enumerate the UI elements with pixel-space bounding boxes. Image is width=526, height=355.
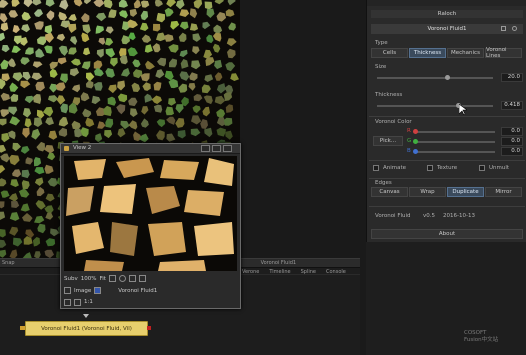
snap-label[interactable]: Snap (2, 260, 15, 266)
pick-label: Pick... (379, 138, 397, 144)
tool-title: Voronoi Fluid1 (427, 26, 467, 32)
edge-option-3[interactable]: Mirror (485, 187, 522, 197)
view2-title: View 2 (73, 145, 92, 151)
node-input-port[interactable] (20, 326, 25, 330)
pick-button[interactable]: Pick... (373, 136, 403, 146)
channel-value-g[interactable]: 0.0 (501, 137, 523, 146)
separator (369, 160, 525, 161)
color-channel-icon[interactable] (94, 287, 102, 294)
watermark-line2: Fusion中文站 (464, 337, 499, 343)
view2-toolbar-3: 1:1 (64, 297, 237, 307)
checker-icon[interactable] (64, 298, 71, 306)
checkbox-label-2: Unmult (489, 165, 510, 171)
channel-slider-b[interactable] (415, 151, 495, 153)
about-label: About (438, 231, 456, 237)
checkbox-2[interactable] (479, 165, 485, 171)
size-label: Size (375, 64, 387, 70)
watermark: COSOFT Fusion中文站 (464, 330, 498, 344)
view2-window[interactable]: View 2 Subv 100% Fit Image Voronoi Fluid… (60, 143, 241, 309)
footer-date: 2016-10-13 (443, 213, 475, 219)
flow-tabs: Verone Timeline Spline Console (238, 268, 360, 276)
channel-slider-r[interactable] (415, 131, 495, 133)
tab-console[interactable]: Console (326, 269, 346, 275)
roi-tool-icon[interactable] (138, 275, 146, 282)
checkbox-0[interactable] (373, 165, 379, 171)
type-label: Type (375, 40, 388, 46)
minimize-icon[interactable] (201, 145, 210, 152)
node-label: Voronoi Fluid1 (Voronoi Fluid, Vil) (41, 325, 132, 332)
lut-icon[interactable] (64, 287, 71, 294)
checkbox-label-0: Animate (383, 165, 407, 171)
rect-tool-icon[interactable] (108, 275, 116, 282)
tab-voronoi-fluid[interactable]: Voronoi Fluid1 (261, 260, 296, 266)
circle-tool-icon[interactable] (118, 275, 126, 282)
checkbox-label-1: Texture (437, 165, 458, 171)
node-output-port[interactable] (147, 326, 151, 330)
tab-verone[interactable]: Verone (242, 269, 259, 275)
tab-spline[interactable]: Spline (301, 269, 316, 275)
edge-option-2[interactable]: Duplicate (447, 187, 484, 197)
node-dropdown[interactable]: Voronoi Fluid1 (118, 288, 157, 294)
view2-titlebar[interactable]: View 2 (61, 144, 240, 154)
inspector-header: Raloch (371, 10, 523, 18)
type-option-3[interactable]: Voronoi Lines (485, 47, 522, 59)
channel-label-r: R (407, 128, 411, 134)
voronoi-color-label: Voronoi Color (375, 119, 412, 125)
mouse-cursor-icon (459, 104, 467, 115)
close-icon[interactable] (223, 145, 232, 152)
view2-toolbar-1: Subv 100% Fit (64, 273, 237, 284)
view2-toolbar-2: Image Voronoi Fluid1 (64, 285, 237, 296)
view2-canvas[interactable] (64, 156, 237, 271)
window-controls (201, 145, 232, 152)
separator (369, 178, 525, 179)
voronoi-fluid-node[interactable]: Voronoi Fluid1 (Voronoi Fluid, Vil) (25, 321, 148, 336)
footer-version: v0.5 (423, 213, 436, 219)
frame-ratio[interactable]: 1:1 (84, 299, 93, 305)
fit-button[interactable]: Fit (99, 276, 105, 282)
zoom-dropdown[interactable]: Subv (64, 276, 78, 282)
channel-slider-g[interactable] (415, 141, 495, 143)
footer-name: Voronoi Fluid (375, 213, 411, 219)
maximize-icon[interactable] (212, 145, 221, 152)
thickness-label: Thickness (375, 92, 403, 98)
channel-label-b: B (407, 148, 411, 154)
type-option-0[interactable]: Cells (371, 48, 408, 58)
about-button[interactable]: About (371, 229, 523, 239)
edge-option-1[interactable]: Wrap (409, 187, 446, 197)
thickness-value[interactable]: 0.418 (501, 101, 523, 110)
settings-icon[interactable] (501, 26, 506, 31)
split-icon[interactable] (74, 298, 81, 306)
size-slider-knob[interactable] (444, 75, 450, 80)
checkbox-1[interactable] (427, 165, 433, 171)
channel-knob-r[interactable] (413, 129, 418, 134)
voronoi-closeup-image (64, 156, 237, 271)
type-option-2[interactable]: Mechanics (447, 48, 484, 58)
app-icon (64, 146, 69, 151)
node-mask-input-arrow (83, 314, 89, 319)
tab-timeline[interactable]: Timeline (269, 269, 290, 275)
channel-value-r[interactable]: 0.0 (501, 127, 523, 136)
channel-value-b[interactable]: 0.0 (501, 147, 523, 156)
inspector-toolbar (367, 0, 526, 6)
thickness-slider-track[interactable] (377, 105, 493, 107)
image-dropdown[interactable]: Image (74, 288, 91, 294)
polygon-tool-icon[interactable] (128, 275, 136, 282)
channel-knob-b[interactable] (413, 149, 418, 154)
inspector-empty-area (366, 242, 526, 355)
gear-icon[interactable] (512, 26, 517, 31)
edges-label: Edges (375, 180, 392, 186)
scale-dropdown[interactable]: 100% (81, 276, 97, 282)
type-option-1[interactable]: Thickness (409, 48, 446, 58)
separator (369, 116, 525, 117)
size-slider-track[interactable] (377, 77, 493, 79)
channel-label-g: G (407, 138, 412, 144)
channel-knob-g[interactable] (413, 139, 418, 144)
watermark-line1: COSOFT (464, 330, 487, 336)
edge-option-0[interactable]: Canvas (371, 187, 408, 197)
separator (369, 206, 525, 207)
size-value[interactable]: 20.0 (501, 73, 523, 82)
